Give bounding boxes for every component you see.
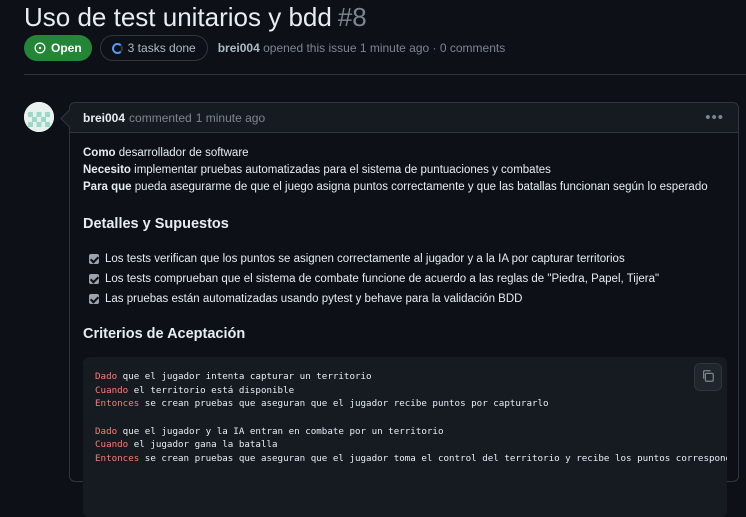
code-block: Dado que el jugador intenta capturar un … bbox=[83, 357, 727, 517]
state-label: Open bbox=[51, 41, 82, 55]
story-line: Como desarrollador de software bbox=[83, 145, 726, 162]
code-text: el jugador gana la batalla bbox=[128, 439, 278, 451]
code-line: Cuando el territorio está disponible bbox=[95, 384, 727, 398]
comment-box: brei004 commented 1 minute ago ••• Como … bbox=[60, 102, 739, 517]
issue-meta-rest: opened this issue 1 minute ago · 0 comme… bbox=[263, 41, 506, 55]
checkbox-checked[interactable] bbox=[89, 254, 99, 264]
task-list-item: Los tests verifican que los puntos se as… bbox=[89, 249, 659, 269]
story-keyword: Como bbox=[83, 147, 116, 159]
comment-author-link[interactable]: brei004 bbox=[83, 111, 125, 125]
task-text: Los tests verifican que los puntos se as… bbox=[105, 253, 625, 265]
issue-author-link[interactable]: brei004 bbox=[218, 41, 260, 55]
code-keyword: Dado bbox=[95, 425, 118, 437]
task-text: Las pruebas están automatizadas usando p… bbox=[105, 293, 523, 305]
code-line: Dado que el jugador intenta capturar un … bbox=[95, 370, 727, 384]
copy-button[interactable] bbox=[694, 363, 722, 391]
code-text: el territorio está disponible bbox=[128, 384, 295, 396]
code-keyword: Cuando bbox=[95, 439, 129, 451]
code-line: Dado que el jugador y la IA entran en co… bbox=[95, 425, 727, 439]
comment-action: commented bbox=[129, 110, 192, 125]
copy-icon bbox=[701, 369, 715, 386]
code-keyword: Dado bbox=[95, 371, 118, 382]
progress-ring-icon bbox=[111, 42, 123, 54]
header-divider bbox=[24, 74, 746, 75]
details-heading: Detalles y Supuestos bbox=[83, 216, 229, 232]
task-list-item: Los tests comprueban que el sistema de c… bbox=[89, 269, 659, 289]
criteria-heading: Criterios de Aceptación bbox=[83, 326, 246, 342]
checkbox-checked[interactable] bbox=[89, 274, 99, 284]
task-list-item: Las pruebas están automatizadas usando p… bbox=[89, 289, 659, 309]
story-line: Necesito implementar pruebas automatizad… bbox=[83, 162, 726, 179]
story-line: Para que pueda asegurarme de que el jueg… bbox=[83, 179, 726, 196]
task-list: Los tests verifican que los puntos se as… bbox=[89, 249, 659, 309]
code-text: que el jugador intenta capturar un terri… bbox=[117, 371, 372, 382]
story-keyword: Para que bbox=[83, 181, 132, 193]
comment-header: brei004 commented 1 minute ago ••• bbox=[70, 103, 738, 133]
code-line: Entonces se crean pruebas que aseguran q… bbox=[95, 452, 727, 466]
checkbox-checked[interactable] bbox=[89, 294, 99, 304]
code-lines: Dado que el jugador intenta capturar un … bbox=[95, 370, 727, 466]
story-text: pueda asegurarme de que el juego asigna … bbox=[131, 181, 708, 193]
issue-meta-text: brei004 opened this issue 1 minute ago ·… bbox=[218, 41, 506, 55]
state-badge: Open bbox=[24, 35, 92, 61]
code-text: se crean pruebas que aseguran que el jug… bbox=[139, 453, 727, 465]
task-text: Los tests comprueban que el sistema de c… bbox=[105, 273, 660, 285]
comment-body: Como desarrollador de software Necesito … bbox=[83, 145, 727, 517]
code-text: que el jugador y la IA entran en combate… bbox=[117, 425, 444, 437]
story-keyword: Necesito bbox=[83, 164, 131, 176]
issue-open-icon bbox=[34, 42, 46, 54]
code-line: Cuando el jugador gana la batalla bbox=[95, 438, 727, 452]
issue-meta: Open 3 tasks done brei004 opened this is… bbox=[24, 35, 505, 61]
comment-timestamp[interactable]: 1 minute ago bbox=[196, 111, 265, 125]
kebab-horizontal-icon[interactable]: ••• bbox=[705, 109, 724, 126]
issue-number: #8 bbox=[337, 2, 367, 32]
tasks-label: 3 tasks done bbox=[127, 41, 196, 55]
code-text: se crean pruebas que aseguran que el jug… bbox=[139, 398, 549, 410]
issue-title-row: Uso de test unitarios y bdd #8 bbox=[24, 2, 367, 32]
story-text: desarrollador de software bbox=[115, 147, 249, 159]
avatar[interactable] bbox=[24, 102, 54, 132]
tasks-progress-pill[interactable]: 3 tasks done bbox=[99, 35, 208, 61]
code-keyword: Entonces bbox=[95, 398, 140, 410]
code-line: Entonces se crean pruebas que aseguran q… bbox=[95, 397, 727, 411]
story-text: implementar pruebas automatizadas para e… bbox=[130, 164, 551, 176]
code-keyword: Entonces bbox=[95, 453, 140, 465]
code-keyword: Cuando bbox=[95, 384, 129, 396]
issue-title: Uso de test unitarios y bdd bbox=[24, 2, 332, 32]
